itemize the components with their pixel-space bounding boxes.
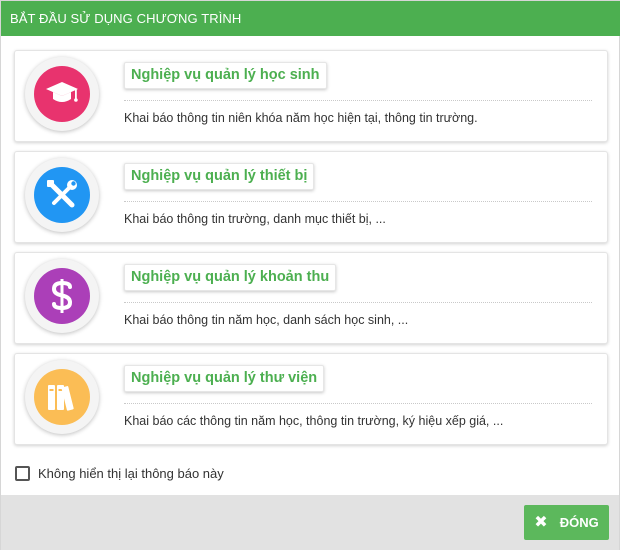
dialog-footer: ✖ ĐÓNG: [1, 495, 619, 550]
module-description: Khai báo thông tin trường, danh mục thiế…: [124, 212, 386, 226]
module-description: Khai báo các thông tin năm học, thông ti…: [124, 414, 504, 428]
module-icon-ring: [25, 57, 99, 131]
close-button[interactable]: ✖ ĐÓNG: [524, 505, 609, 540]
graduation-cap-icon: [34, 66, 90, 122]
start-dialog: BẮT ĐẦU SỬ DỤNG CHƯƠNG TRÌNH Nghiệp vụ q…: [0, 0, 620, 550]
divider: [124, 302, 592, 303]
module-card-library[interactable]: Nghiệp vụ quản lý thư viện Khai báo các …: [14, 353, 608, 445]
dialog-title: BẮT ĐẦU SỬ DỤNG CHƯƠNG TRÌNH: [1, 1, 620, 36]
tools-icon: [34, 167, 90, 223]
module-icon-ring: [25, 360, 99, 434]
module-title: Nghiệp vụ quản lý khoản thu: [124, 264, 337, 291]
module-card-student[interactable]: Nghiệp vụ quản lý học sinh Khai báo thôn…: [14, 50, 608, 142]
module-card-equipment[interactable]: Nghiệp vụ quản lý thiết bị Khai báo thôn…: [14, 151, 608, 243]
dont-show-again-row[interactable]: Không hiển thị lại thông báo này: [15, 464, 224, 482]
close-button-label: ĐÓNG: [559, 515, 599, 530]
books-icon: [34, 369, 90, 425]
module-title: Nghiệp vụ quản lý học sinh: [124, 62, 327, 89]
dollar-icon: [34, 268, 90, 324]
dont-show-again-label: Không hiển thị lại thông báo này: [38, 465, 224, 481]
divider: [124, 201, 592, 202]
divider: [124, 100, 592, 101]
module-description: Khai báo thông tin niên khóa năm học hiệ…: [124, 111, 478, 125]
module-title: Nghiệp vụ quản lý thiết bị: [124, 163, 315, 190]
module-title: Nghiệp vụ quản lý thư viện: [124, 365, 325, 392]
module-icon-ring: [25, 259, 99, 333]
module-card-fees[interactable]: Nghiệp vụ quản lý khoản thu Khai báo thô…: [14, 252, 608, 344]
dont-show-again-checkbox[interactable]: [15, 465, 30, 481]
divider: [124, 403, 592, 404]
module-icon-ring: [25, 158, 99, 232]
module-description: Khai báo thông tin năm học, danh sách họ…: [124, 313, 409, 327]
close-icon: ✖: [534, 513, 548, 531]
